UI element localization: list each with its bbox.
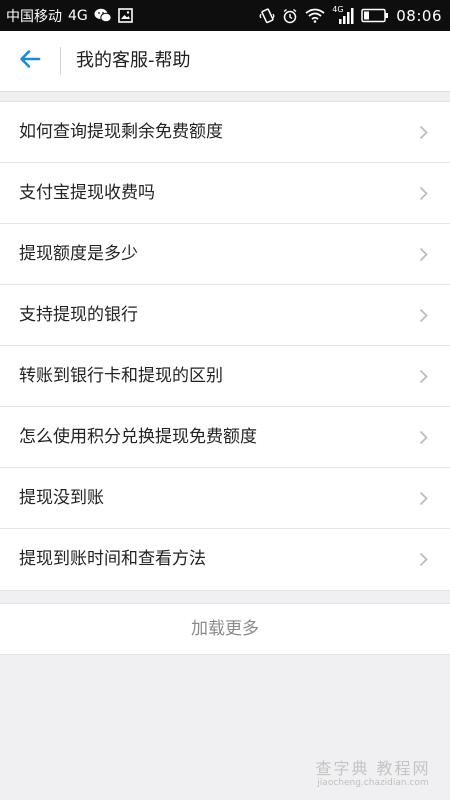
vibrate-icon	[259, 7, 275, 24]
alarm-icon	[282, 8, 298, 24]
status-time: 08:06	[396, 6, 442, 25]
chevron-right-icon	[419, 125, 428, 140]
help-topic-label: 怎么使用积分兑换提现免费额度	[19, 427, 257, 447]
chevron-right-icon	[419, 491, 428, 506]
chevron-right-icon	[419, 308, 428, 323]
header-divider	[60, 47, 61, 75]
load-more-button[interactable]: 加载更多	[0, 603, 450, 655]
battery-icon	[361, 8, 389, 23]
chevron-right-icon	[419, 430, 428, 445]
signal-icon: 4G	[332, 5, 354, 25]
status-right: 4G 08:06	[259, 0, 442, 31]
help-topic-item[interactable]: 支付宝提现收费吗	[0, 163, 450, 224]
help-topic-label: 提现额度是多少	[19, 244, 138, 264]
help-topic-item[interactable]: 提现额度是多少	[0, 224, 450, 285]
network-type: 4G	[68, 7, 88, 24]
help-topic-label: 支付宝提现收费吗	[19, 183, 155, 203]
status-left: 中国移动 4G	[6, 0, 133, 31]
help-topic-label: 提现到账时间和查看方法	[19, 549, 206, 569]
status-bar: 中国移动 4G 4G 08:06	[0, 0, 450, 31]
carrier-name: 中国移动	[6, 8, 62, 25]
watermark: 查字典 教程网 jiaocheng.chazidian.com	[308, 760, 438, 792]
page-title: 我的客服-帮助	[76, 50, 191, 71]
wechat-icon	[94, 8, 112, 23]
help-topic-item[interactable]: 怎么使用积分兑换提现免费额度	[0, 407, 450, 468]
back-button[interactable]	[12, 45, 48, 77]
chevron-right-icon	[419, 247, 428, 262]
header-bar: 我的客服-帮助	[0, 31, 450, 92]
help-topic-item[interactable]: 提现没到账	[0, 468, 450, 529]
chevron-right-icon	[419, 552, 428, 567]
help-topic-label: 如何查询提现剩余免费额度	[19, 122, 223, 142]
help-topic-item[interactable]: 转账到银行卡和提现的区别	[0, 346, 450, 407]
help-topic-item[interactable]: 如何查询提现剩余免费额度	[0, 102, 450, 163]
help-topic-label: 转账到银行卡和提现的区别	[19, 366, 223, 386]
chevron-right-icon	[419, 186, 428, 201]
watermark-title: 查字典 教程网	[315, 759, 431, 778]
help-topic-list: 如何查询提现剩余免费额度 支付宝提现收费吗 提现额度是多少 支持提现的银行 转账…	[0, 101, 450, 591]
help-topic-item[interactable]: 支持提现的银行	[0, 285, 450, 346]
wifi-icon	[305, 8, 325, 23]
help-topic-label: 支持提现的银行	[19, 305, 138, 325]
arrow-left-icon	[19, 49, 41, 73]
watermark-url: jiaocheng.chazidian.com	[317, 778, 429, 788]
image-icon	[117, 8, 133, 23]
help-topic-label: 提现没到账	[19, 488, 104, 508]
help-topic-item[interactable]: 提现到账时间和查看方法	[0, 529, 450, 590]
chevron-right-icon	[419, 369, 428, 384]
